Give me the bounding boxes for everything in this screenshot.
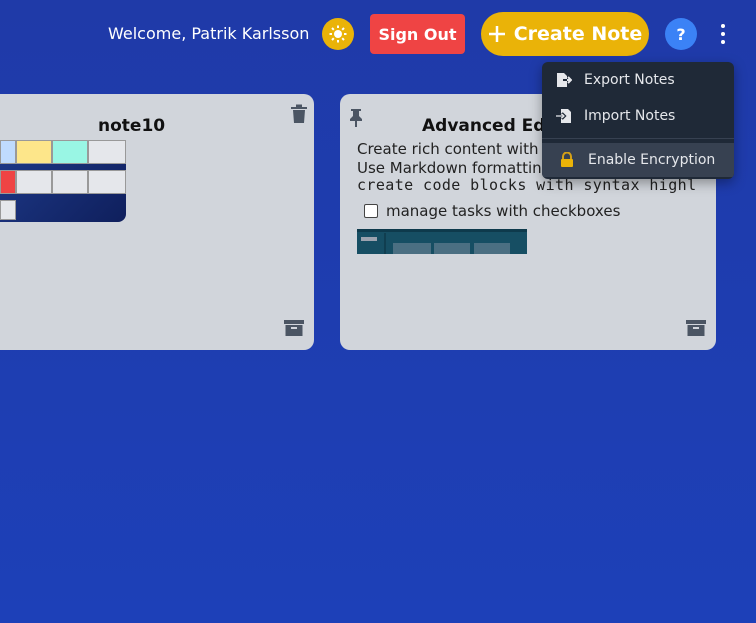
task-label: manage tasks with checkboxes — [386, 202, 621, 220]
menu-item-enable-encryption[interactable]: Enable Encryption — [542, 143, 734, 177]
menu-item-export-notes[interactable]: Export Notes — [542, 63, 734, 97]
trash-icon[interactable] — [290, 104, 308, 128]
welcome-text: Welcome, Patrik Karlsson — [108, 24, 310, 43]
kebab-dot — [721, 24, 725, 28]
kebab-dot — [721, 40, 725, 44]
help-button[interactable]: ? — [665, 18, 697, 50]
app-header: Welcome, Patrik Karlsson Sign Out Create… — [0, 0, 756, 70]
note-title: note10 — [98, 116, 166, 136]
theme-toggle-button[interactable] — [322, 18, 354, 50]
sign-out-button[interactable]: Sign Out — [370, 14, 465, 54]
lock-icon — [560, 151, 574, 172]
kebab-dot — [721, 32, 725, 36]
note-line: Create rich content with our — [357, 140, 569, 158]
note-line: Use Markdown formatting — [357, 159, 552, 177]
archive-icon[interactable] — [284, 319, 304, 341]
task-checkbox[interactable] — [364, 204, 378, 218]
create-note-label: Create Note — [513, 23, 643, 45]
pin-icon[interactable] — [348, 108, 364, 132]
plus-icon — [488, 26, 505, 42]
create-note-button[interactable]: Create Note — [481, 12, 649, 56]
note-card[interactable]: note10 — [0, 94, 314, 350]
sun-icon — [329, 25, 347, 43]
more-options-button[interactable] — [713, 20, 733, 48]
archive-icon[interactable] — [686, 319, 706, 341]
options-menu: Export Notes Import Notes Enable Encrypt… — [542, 62, 734, 179]
menu-item-label: Enable Encryption — [588, 152, 716, 168]
export-file-icon — [556, 72, 573, 92]
menu-divider — [542, 138, 734, 139]
menu-item-label: Import Notes — [584, 108, 676, 124]
note-preview-image — [357, 229, 527, 254]
menu-item-label: Export Notes — [584, 72, 675, 88]
menu-item-import-notes[interactable]: Import Notes — [542, 99, 734, 133]
task-item[interactable]: manage tasks with checkboxes — [364, 202, 620, 220]
import-file-icon — [556, 108, 572, 128]
note-preview-image — [0, 140, 126, 222]
